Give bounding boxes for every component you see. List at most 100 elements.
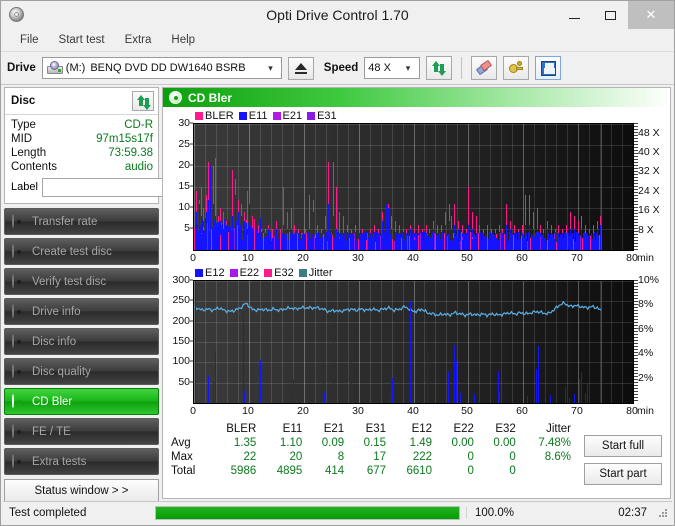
disc-refresh-button[interactable]	[132, 91, 154, 111]
sidebar-item-create-test-disc[interactable]: Create test disc	[4, 238, 159, 265]
axis-minor-tick	[634, 319, 638, 320]
axis-minor-tick	[634, 234, 638, 235]
data-bar	[351, 347, 352, 403]
legend-swatch	[307, 112, 316, 120]
drive-letter: (M:)	[65, 62, 86, 74]
sidebar-item-transfer-rate[interactable]: Transfer rate	[4, 208, 159, 235]
data-bar	[579, 379, 580, 403]
drive-toolbar: Drive (M:) BENQ DVD DD DW1640 BSRB ▾ Spe…	[1, 52, 674, 85]
grid-line	[194, 145, 633, 146]
minimize-button[interactable]	[556, 1, 592, 29]
sidebar-item-disc-info[interactable]: Disc info	[4, 328, 159, 355]
status-window-button[interactable]: Status window > >	[4, 479, 159, 502]
axis-minor-tick	[634, 400, 638, 401]
left-sidebar: Disc Type CD-R MID 97m15s17f Length 73:5…	[4, 87, 246, 502]
sidebar-item-label: Transfer rate	[32, 215, 98, 228]
axis-minor-tick	[634, 153, 638, 154]
data-bar	[291, 393, 292, 403]
axis-minor-tick	[634, 177, 638, 178]
axis-minor-tick	[634, 355, 638, 356]
y-tick-label: 15	[178, 180, 190, 192]
cell: 0.09	[321, 437, 345, 449]
save-button[interactable]	[535, 56, 562, 80]
legend-swatch	[272, 112, 281, 120]
sidebar-item-label: FE / TE	[32, 425, 71, 438]
data-bar	[460, 393, 461, 403]
cell: 4895	[276, 465, 303, 477]
start-full-button[interactable]: Start full	[584, 435, 662, 457]
maximize-button[interactable]	[592, 1, 628, 29]
drive-select[interactable]: (M:) BENQ DVD DD DW1640 BSRB ▾	[41, 57, 282, 79]
y-tick-label: 30	[178, 117, 190, 129]
drive-label: Drive	[7, 62, 36, 74]
axis-minor-tick	[634, 201, 638, 202]
speed-label: Speed	[323, 62, 359, 74]
y-tick-label: 250	[172, 294, 190, 306]
legend-swatch	[238, 112, 247, 120]
clear-button[interactable]	[471, 56, 498, 80]
col-bler: BLER	[226, 423, 257, 435]
resize-grip[interactable]	[657, 507, 669, 519]
axis-minor-tick	[634, 207, 638, 208]
menu-file[interactable]: File	[11, 31, 48, 49]
stats-corner	[169, 423, 209, 436]
axis-minor-tick	[634, 138, 638, 139]
sidebar-item-disc-quality[interactable]: Disc quality	[4, 358, 159, 385]
eject-button[interactable]	[287, 56, 314, 80]
menu-start-test[interactable]: Start test	[50, 31, 114, 49]
progress-bar	[155, 505, 460, 520]
disc-icon	[12, 453, 26, 469]
axis-minor-tick	[634, 162, 638, 163]
y2-tick-label: 24 X	[638, 185, 660, 197]
sidebar-item-verify-test-disc[interactable]: Verify test disc	[4, 268, 159, 295]
data-bar	[474, 394, 475, 403]
axis-minor-tick	[634, 316, 638, 317]
axis-minor-tick	[634, 249, 638, 250]
elapsed-time: 02:37	[618, 506, 647, 519]
chevron-down-icon: ▾	[268, 62, 273, 73]
menu-help[interactable]: Help	[162, 31, 204, 49]
axis-minor-tick	[634, 180, 638, 181]
y-tick-label: 200	[172, 315, 190, 327]
refresh-button[interactable]	[426, 56, 453, 80]
axis-minor-tick	[634, 159, 638, 160]
settings-button[interactable]	[503, 56, 530, 80]
jitter-plot-area[interactable]	[193, 280, 634, 404]
disc-value: 73:59.38	[108, 147, 153, 159]
sidebar-item-extra-tests[interactable]: Extra tests	[4, 448, 159, 475]
axis-minor-tick	[634, 334, 638, 335]
menu-extra[interactable]: Extra	[116, 31, 161, 49]
speed-select[interactable]: 48 X ▾	[364, 57, 421, 79]
disc-icon	[12, 423, 26, 439]
drive-name: BENQ DVD DD DW1640 BSRB	[90, 62, 246, 74]
legend-item-e12: E12	[195, 267, 225, 279]
sidebar-item-cd-bler[interactable]: CD Bler	[4, 388, 159, 415]
axis-minor-tick	[634, 373, 638, 374]
sidebar-item-drive-info[interactable]: Drive info	[4, 298, 159, 325]
cursor-line	[601, 281, 602, 403]
x-tick-label: 70	[571, 252, 583, 264]
sidebar-item-fe-te[interactable]: FE / TE	[4, 418, 159, 445]
y2-tick-label: 6%	[638, 323, 654, 335]
close-button[interactable]: ✕	[628, 1, 674, 29]
cell: 0.15	[363, 437, 387, 449]
sidebar-item-label: Verify test disc	[32, 275, 107, 288]
data-bar	[324, 392, 325, 403]
data-bar	[499, 392, 500, 403]
x-tick-label: 40	[407, 252, 419, 264]
axis-minor-tick	[634, 298, 638, 299]
legend-label: E11	[248, 110, 268, 122]
disc-key: Length	[11, 147, 47, 159]
y2-tick-label: 32 X	[638, 165, 660, 177]
axis-minor-tick	[634, 379, 638, 380]
cell: 0	[509, 465, 516, 477]
bler-plot-area[interactable]	[193, 123, 634, 251]
disc-value: audio	[124, 161, 153, 173]
start-part-button[interactable]: Start part	[584, 463, 662, 485]
progress-percent: 100.0%	[466, 506, 528, 519]
disc-value: CD-R	[124, 119, 153, 131]
legend-item-jitter: Jitter	[298, 267, 333, 279]
legend-item-e31: E31	[307, 110, 337, 122]
disc-key: Type	[11, 119, 36, 131]
window-controls: ✕	[556, 1, 674, 29]
